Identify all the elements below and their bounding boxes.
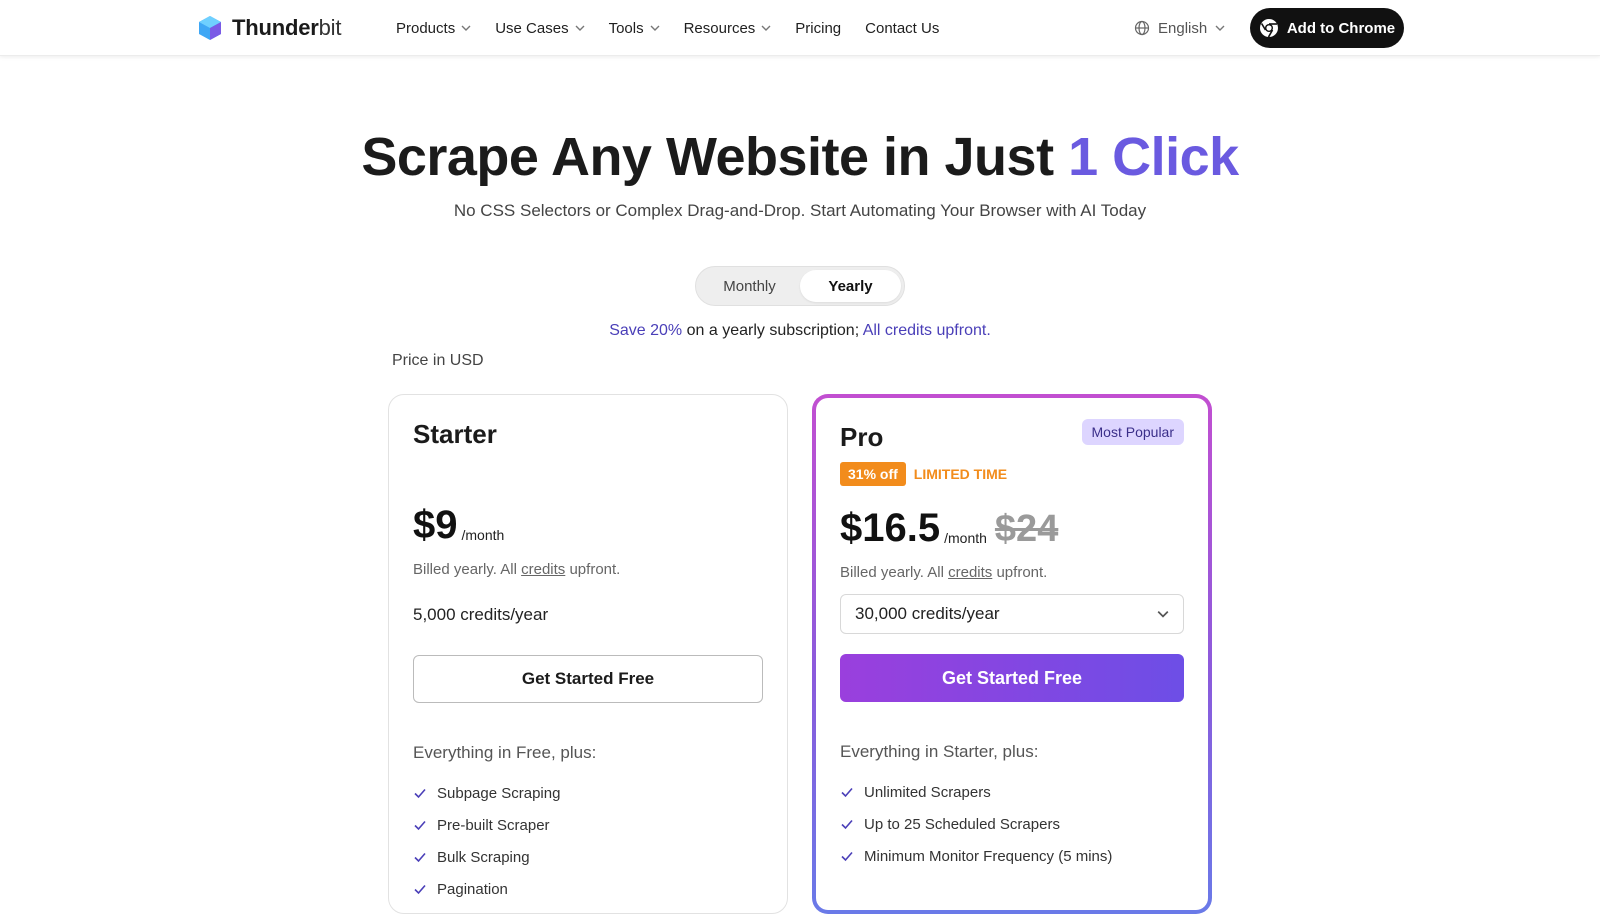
price-amount: $9 bbox=[413, 503, 458, 547]
check-icon bbox=[841, 819, 853, 830]
original-price: $24 bbox=[994, 508, 1059, 550]
add-to-chrome-label: Add to Chrome bbox=[1286, 19, 1396, 37]
credits-link[interactable]: credits bbox=[521, 561, 565, 578]
nav-tools[interactable]: Tools bbox=[609, 20, 660, 37]
globe-icon bbox=[1134, 20, 1150, 36]
thunderbit-logo-icon bbox=[199, 16, 221, 40]
check-icon bbox=[414, 852, 426, 863]
language-selector[interactable]: English bbox=[1134, 0, 1225, 56]
logo-text: Thunderbit bbox=[232, 15, 342, 40]
toggle-monthly[interactable]: Monthly bbox=[699, 270, 800, 302]
chevron-down-icon bbox=[575, 25, 585, 31]
credits-amount: 5,000 credits/year bbox=[413, 605, 549, 624]
price-period: /month bbox=[944, 530, 987, 546]
feature-label: Bulk Scraping bbox=[437, 848, 530, 866]
feature-label: Subpage Scraping bbox=[437, 784, 561, 802]
billing-note: Billed yearly. All credits upfront. bbox=[413, 561, 620, 578]
nav-label: Contact Us bbox=[865, 19, 940, 37]
add-to-chrome-button[interactable]: Add to Chrome bbox=[1250, 8, 1404, 48]
discount-badge: 31% off bbox=[840, 462, 906, 486]
toggle-yearly[interactable]: Yearly bbox=[800, 270, 901, 302]
plan-name: Pro bbox=[840, 422, 884, 452]
logo[interactable]: Thunderbit bbox=[196, 14, 341, 42]
plan-name: Starter bbox=[413, 419, 497, 449]
check-icon bbox=[414, 820, 426, 831]
get-started-free-button-pro[interactable]: Get Started Free bbox=[840, 654, 1184, 702]
nav-label: Tools bbox=[608, 19, 644, 37]
plan-price: $9 /month bbox=[413, 505, 504, 545]
nav-use-cases[interactable]: Use Cases bbox=[495, 19, 585, 37]
check-icon bbox=[841, 787, 853, 798]
feature-list: Unlimited Scrapers Up to 25 Scheduled Sc… bbox=[840, 776, 1112, 872]
feature-label: Up to 25 Scheduled Scrapers bbox=[864, 815, 1060, 833]
nav-resources[interactable]: Resources bbox=[684, 20, 772, 37]
price-period: /month bbox=[461, 527, 505, 543]
currency-note: Price in USD bbox=[392, 352, 484, 369]
nav-label: Use Cases bbox=[495, 19, 569, 37]
credits-link[interactable]: credits bbox=[948, 564, 992, 581]
credits-upfront-link[interactable]: All credits upfront. bbox=[863, 322, 991, 339]
plan-card-pro: Pro Most Popular 31% off LIMITED TIME $1… bbox=[812, 394, 1212, 914]
list-item: Unlimited Scrapers bbox=[840, 776, 1112, 808]
list-item: Pagination bbox=[413, 873, 560, 905]
feature-label: Pagination bbox=[437, 880, 508, 898]
check-icon bbox=[414, 884, 426, 895]
nav-label: Products bbox=[396, 19, 456, 37]
list-item: Up to 25 Scheduled Scrapers bbox=[840, 808, 1112, 840]
top-navigation-bar: Thunderbit Products Use Cases Tools Reso… bbox=[0, 0, 1600, 56]
billed-suffix: upfront. bbox=[996, 564, 1048, 581]
feature-list: Subpage Scraping Pre-built Scraper Bulk … bbox=[413, 777, 560, 905]
credits-dropdown[interactable]: 30,000 credits/year bbox=[840, 594, 1184, 634]
save-highlight: Save 20% bbox=[609, 322, 683, 339]
billing-toggle: Monthly Yearly bbox=[695, 266, 905, 306]
title-accent: 1 Click bbox=[1068, 127, 1239, 187]
nav-contact-us[interactable]: Contact Us bbox=[865, 20, 939, 37]
feature-label: Unlimited Scrapers bbox=[864, 783, 991, 801]
page-title: Scrape Any Website in Just 1 Click bbox=[0, 126, 1600, 188]
chevron-down-icon bbox=[1215, 25, 1225, 31]
language-label: English bbox=[1158, 19, 1208, 37]
page-subtitle: No CSS Selectors or Complex Drag-and-Dro… bbox=[453, 201, 1147, 220]
discount-row: 31% off LIMITED TIME bbox=[840, 462, 1007, 486]
feature-label: Minimum Monitor Frequency (5 mins) bbox=[864, 847, 1113, 865]
billed-suffix: upfront. bbox=[569, 561, 621, 578]
list-item: Bulk Scraping bbox=[413, 841, 560, 873]
limited-time-label: LIMITED TIME bbox=[913, 466, 1008, 482]
check-icon bbox=[414, 788, 426, 799]
chrome-icon bbox=[1259, 19, 1278, 38]
main-nav: Products Use Cases Tools Resources Prici… bbox=[396, 0, 939, 56]
plan-card-starter: Starter $9 /month Billed yearly. All cre… bbox=[388, 394, 788, 914]
nav-label: Resources bbox=[683, 19, 756, 37]
title-main: Scrape Any Website in Just bbox=[361, 127, 1054, 187]
plan-price: $16.5 /month $24 bbox=[840, 508, 1058, 548]
price-amount: $16.5 bbox=[840, 506, 941, 550]
billed-prefix: Billed yearly. All bbox=[413, 561, 517, 578]
nav-label: Pricing bbox=[795, 19, 842, 37]
features-heading: Everything in Starter, plus: bbox=[840, 742, 1039, 761]
nav-products[interactable]: Products bbox=[396, 20, 471, 37]
credits-selected-value: 30,000 credits/year bbox=[855, 604, 1000, 623]
chevron-down-icon bbox=[1157, 611, 1169, 618]
chevron-down-icon bbox=[761, 25, 771, 31]
list-item: Pre-built Scraper bbox=[413, 809, 560, 841]
chevron-down-icon bbox=[650, 25, 660, 31]
nav-pricing[interactable]: Pricing bbox=[795, 20, 841, 37]
list-item: Subpage Scraping bbox=[413, 777, 560, 809]
list-item: Minimum Monitor Frequency (5 mins) bbox=[840, 840, 1112, 872]
chevron-down-icon bbox=[461, 25, 471, 31]
features-heading: Everything in Free, plus: bbox=[413, 743, 597, 762]
check-icon bbox=[841, 851, 853, 862]
save-middle: on a yearly subscription; bbox=[686, 322, 860, 339]
feature-label: Pre-built Scraper bbox=[437, 816, 550, 834]
billed-prefix: Billed yearly. All bbox=[840, 564, 944, 581]
save-note: Save 20% on a yearly subscription; All c… bbox=[0, 322, 1600, 340]
most-popular-badge: Most Popular bbox=[1081, 419, 1184, 445]
get-started-free-button-starter[interactable]: Get Started Free bbox=[413, 655, 763, 703]
billing-note: Billed yearly. All credits upfront. bbox=[840, 564, 1047, 581]
